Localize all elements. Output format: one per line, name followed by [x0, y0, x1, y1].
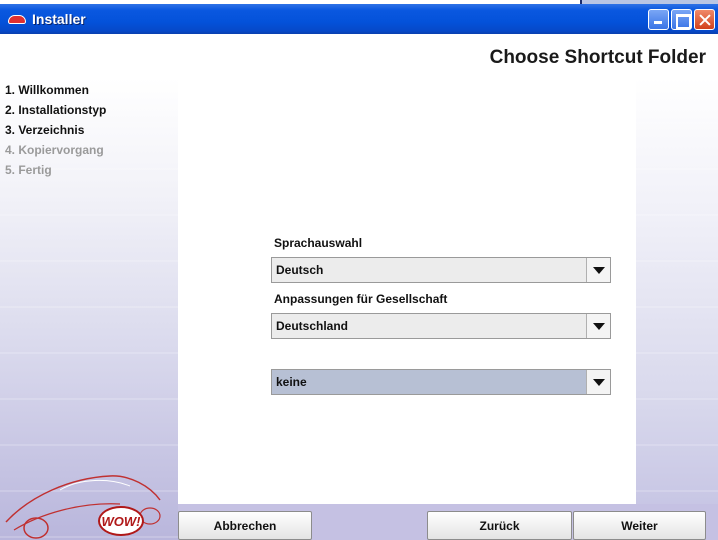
car-icon: [8, 12, 26, 26]
brand-logo: WOW!: [0, 456, 178, 540]
chevron-down-icon[interactable]: [586, 258, 610, 282]
language-select[interactable]: Deutsch: [271, 257, 611, 283]
back-button[interactable]: Zurück: [427, 511, 572, 540]
company-label: Anpassungen für Gesellschaft: [274, 292, 448, 306]
minimize-icon[interactable]: [648, 9, 669, 30]
language-label: Sprachauswahl: [274, 236, 363, 250]
step-item-install-type: 2. Installationstyp: [5, 103, 107, 117]
maximize-icon[interactable]: [671, 9, 692, 30]
company-select-value: Deutschland: [276, 319, 349, 333]
step-item-copying: 4. Kopiervorgang: [5, 143, 104, 157]
page-title: Choose Shortcut Folder: [489, 47, 706, 68]
cancel-button[interactable]: Abbrechen: [178, 511, 312, 540]
steps-sidebar: 1. Willkommen 2. Installationstyp 3. Ver…: [0, 78, 178, 540]
extra-select[interactable]: keine: [271, 369, 611, 395]
button-bar: Abbrechen Zurück Weiter: [178, 504, 718, 540]
extra-select-value: keine: [276, 375, 307, 389]
wow-logo: WOW!: [98, 506, 144, 536]
window-titlebar[interactable]: Installer: [0, 4, 718, 34]
window-controls: [648, 9, 715, 30]
next-button[interactable]: Weiter: [573, 511, 706, 540]
company-select[interactable]: Deutschland: [271, 313, 611, 339]
close-icon[interactable]: [694, 9, 715, 30]
car-outline-icon: [5, 475, 161, 539]
language-select-value: Deutsch: [276, 263, 324, 277]
chevron-down-icon[interactable]: [586, 314, 610, 338]
right-decoration-panel: [636, 78, 718, 540]
window-title: Installer: [32, 11, 86, 27]
chevron-down-icon[interactable]: [586, 370, 610, 394]
step-item-welcome: 1. Willkommen: [5, 83, 89, 97]
page-header: Choose Shortcut Folder: [0, 34, 718, 78]
step-item-finished: 5. Fertig: [5, 163, 52, 177]
steps-list: 1. Willkommen 2. Installationstyp 3. Ver…: [5, 80, 106, 180]
main-content: Sprachauswahl Deutsch Anpassungen für Ge…: [178, 78, 636, 504]
step-item-directory: 3. Verzeichnis: [5, 123, 85, 137]
